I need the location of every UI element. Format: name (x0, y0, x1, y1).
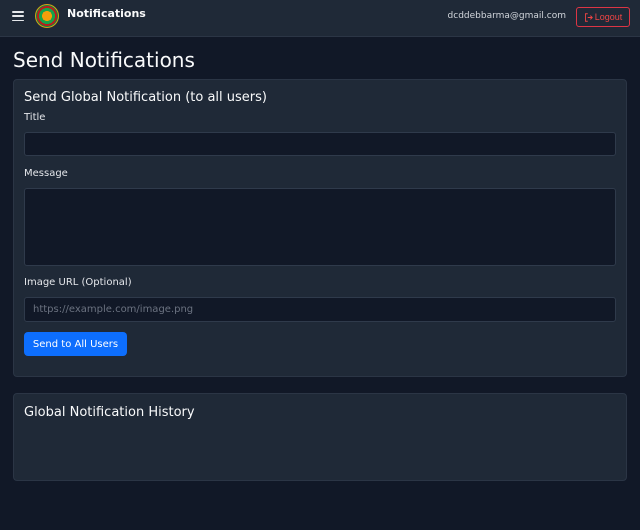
history-card: Global Notification History (13, 393, 627, 481)
menu-icon[interactable] (12, 11, 24, 21)
image-url-label: Image URL (Optional) (24, 277, 132, 288)
message-label: Message (24, 168, 68, 179)
global-notification-title: Send Global Notification (to all users) (24, 90, 267, 105)
app-logo (35, 4, 59, 28)
title-label: Title (24, 112, 46, 123)
history-title: Global Notification History (24, 405, 195, 420)
page-title: Send Notifications (13, 48, 195, 72)
top-navbar: Notifications dcddebbarma@gmail.com Logo… (0, 0, 640, 37)
user-email: dcddebbarma@gmail.com (447, 11, 566, 21)
global-notification-card: Send Global Notification (to all users) … (13, 79, 627, 377)
title-input[interactable] (24, 132, 616, 156)
image-url-input[interactable] (24, 297, 616, 322)
send-to-all-users-button[interactable]: Send to All Users (24, 332, 127, 356)
logout-button[interactable]: Logout (576, 7, 630, 27)
logout-label: Logout (594, 12, 623, 22)
logout-icon (584, 12, 593, 22)
message-textarea[interactable] (24, 188, 616, 266)
brand-title: Notifications (67, 7, 146, 20)
